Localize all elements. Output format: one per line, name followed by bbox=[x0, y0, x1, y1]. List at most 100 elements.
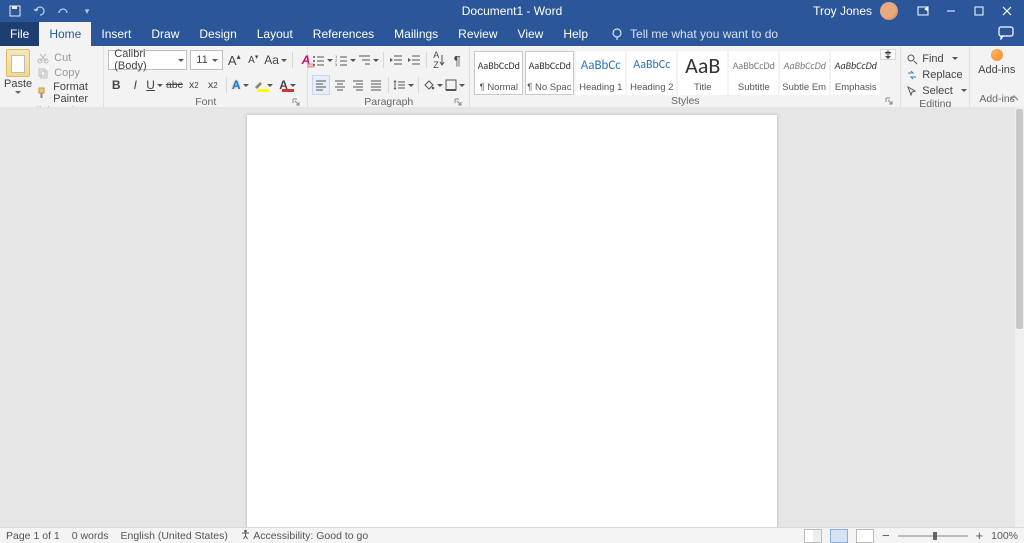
strikethrough-button[interactable]: abc bbox=[166, 76, 183, 94]
tab-mailings[interactable]: Mailings bbox=[384, 22, 448, 46]
style-emphasis[interactable]: AaBbCcDdEmphasis bbox=[831, 51, 880, 95]
paste-button[interactable]: Paste bbox=[4, 49, 32, 94]
line-spacing-button[interactable] bbox=[393, 76, 414, 94]
show-hide-marks-button[interactable]: ¶ bbox=[449, 51, 465, 69]
tab-draw[interactable]: Draw bbox=[141, 22, 189, 46]
styles-more-button[interactable] bbox=[880, 49, 896, 60]
tab-insert[interactable]: Insert bbox=[91, 22, 141, 46]
font-name-combo[interactable]: Calibri (Body) bbox=[108, 50, 187, 70]
bold-button[interactable]: B bbox=[108, 76, 124, 94]
tell-me-search[interactable]: Tell me what you want to do bbox=[598, 22, 778, 46]
paragraph-dialog-launcher[interactable] bbox=[453, 97, 463, 107]
minimize-button[interactable] bbox=[938, 0, 964, 22]
italic-button[interactable]: I bbox=[127, 76, 143, 94]
avatar[interactable] bbox=[880, 2, 898, 20]
style-heading-2[interactable]: AaBbCcHeading 2 bbox=[627, 51, 676, 95]
replace-button[interactable]: Replace bbox=[905, 67, 967, 82]
font-size-combo[interactable]: 11 bbox=[190, 50, 223, 70]
justify-button[interactable] bbox=[368, 76, 384, 94]
vertical-scrollbar[interactable] bbox=[1015, 107, 1024, 528]
group-styles: AaBbCcDd¶ NormalAaBbCcDd¶ No Spac…AaBbCc… bbox=[470, 46, 901, 107]
undo-button[interactable] bbox=[30, 2, 48, 20]
svg-text:3: 3 bbox=[335, 62, 338, 66]
style-subtle-em-[interactable]: AaBbCcDdSubtle Em… bbox=[780, 51, 829, 95]
chevron-down-icon bbox=[408, 84, 414, 87]
close-button[interactable] bbox=[994, 0, 1020, 22]
cut-button: Cut bbox=[36, 51, 99, 64]
print-layout-button[interactable] bbox=[830, 529, 848, 543]
redo-button[interactable] bbox=[54, 2, 72, 20]
document-page[interactable] bbox=[247, 115, 777, 528]
style-subtitle[interactable]: AaBbCcDdSubtitle bbox=[729, 51, 778, 95]
style-heading-1[interactable]: AaBbCcHeading 1 bbox=[576, 51, 625, 95]
comments-toggle[interactable] bbox=[998, 26, 1016, 42]
numbering-button[interactable]: 123 bbox=[335, 51, 356, 69]
save-icon[interactable] bbox=[6, 2, 24, 20]
shading-button[interactable] bbox=[423, 76, 443, 94]
maximize-button[interactable] bbox=[966, 0, 992, 22]
align-center-button[interactable] bbox=[332, 76, 348, 94]
text-effects-button[interactable]: A bbox=[232, 76, 249, 94]
find-button[interactable]: Find bbox=[905, 51, 967, 66]
chevron-down-icon bbox=[952, 57, 958, 60]
tab-home[interactable]: Home bbox=[39, 22, 91, 46]
collapse-ribbon-button[interactable] bbox=[1008, 93, 1020, 105]
document-area bbox=[0, 107, 1024, 528]
status-accessibility[interactable]: Accessibility: Good to go bbox=[240, 529, 368, 542]
chevron-down-icon bbox=[350, 59, 356, 62]
tab-design[interactable]: Design bbox=[189, 22, 246, 46]
status-word-count[interactable]: 0 words bbox=[72, 530, 109, 542]
style-title[interactable]: AaBTitle bbox=[678, 51, 727, 95]
change-case-button[interactable]: Aa bbox=[264, 51, 287, 69]
zoom-level[interactable]: 100% bbox=[991, 530, 1018, 542]
font-color-button[interactable]: A bbox=[277, 76, 299, 94]
align-left-button[interactable] bbox=[312, 75, 330, 95]
shrink-font-button[interactable]: A▾ bbox=[245, 51, 261, 69]
font-dialog-launcher[interactable] bbox=[291, 97, 301, 107]
tell-me-placeholder: Tell me what you want to do bbox=[630, 27, 778, 41]
bullets-button[interactable] bbox=[312, 51, 333, 69]
underline-button[interactable]: U bbox=[146, 76, 163, 94]
ribbon-display-options-button[interactable] bbox=[910, 0, 936, 22]
read-mode-button[interactable] bbox=[804, 529, 822, 543]
status-page[interactable]: Page 1 of 1 bbox=[6, 530, 60, 542]
scissors-icon bbox=[36, 51, 49, 64]
increase-indent-button[interactable] bbox=[406, 51, 422, 69]
ribbon: Paste Cut Copy bbox=[0, 46, 1024, 108]
highlight-button[interactable] bbox=[252, 76, 274, 94]
grow-font-button[interactable]: A▴ bbox=[226, 51, 242, 69]
style--no-spac-[interactable]: AaBbCcDd¶ No Spac… bbox=[525, 51, 574, 95]
ribbon-tabs: File HomeInsertDrawDesignLayoutReference… bbox=[0, 22, 1024, 46]
borders-button[interactable] bbox=[445, 76, 465, 94]
qat-customize-button[interactable]: ▾ bbox=[78, 2, 96, 20]
chevron-down-icon bbox=[373, 59, 379, 62]
tab-file[interactable]: File bbox=[0, 22, 39, 46]
superscript-button[interactable]: x2 bbox=[205, 76, 221, 94]
addins-button[interactable]: Add-ins bbox=[974, 49, 1019, 76]
subscript-button[interactable]: x2 bbox=[186, 76, 202, 94]
style--normal[interactable]: AaBbCcDd¶ Normal bbox=[474, 51, 523, 95]
multilevel-list-button[interactable] bbox=[358, 51, 379, 69]
zoom-slider-thumb[interactable] bbox=[933, 532, 937, 540]
zoom-in-button[interactable]: + bbox=[976, 528, 984, 543]
status-language[interactable]: English (United States) bbox=[120, 530, 227, 542]
zoom-out-button[interactable]: − bbox=[882, 528, 890, 543]
styles-dialog-launcher[interactable] bbox=[884, 96, 894, 106]
decrease-indent-button[interactable] bbox=[388, 51, 404, 69]
scrollbar-thumb[interactable] bbox=[1016, 109, 1023, 329]
web-layout-button[interactable] bbox=[856, 529, 874, 543]
status-bar: Page 1 of 1 0 words English (United Stat… bbox=[0, 527, 1024, 543]
tab-layout[interactable]: Layout bbox=[247, 22, 303, 46]
chevron-down-icon bbox=[15, 91, 21, 94]
user-name[interactable]: Troy Jones bbox=[813, 4, 872, 18]
select-button[interactable]: Select bbox=[905, 83, 967, 98]
format-painter-button[interactable]: Format Painter bbox=[36, 81, 99, 105]
sort-button[interactable]: AZ bbox=[431, 51, 447, 69]
chevron-down-icon bbox=[212, 59, 218, 62]
tab-view[interactable]: View bbox=[508, 22, 554, 46]
zoom-slider[interactable] bbox=[898, 535, 968, 537]
tab-references[interactable]: References bbox=[303, 22, 384, 46]
align-right-button[interactable] bbox=[350, 76, 366, 94]
tab-help[interactable]: Help bbox=[553, 22, 598, 46]
tab-review[interactable]: Review bbox=[448, 22, 507, 46]
